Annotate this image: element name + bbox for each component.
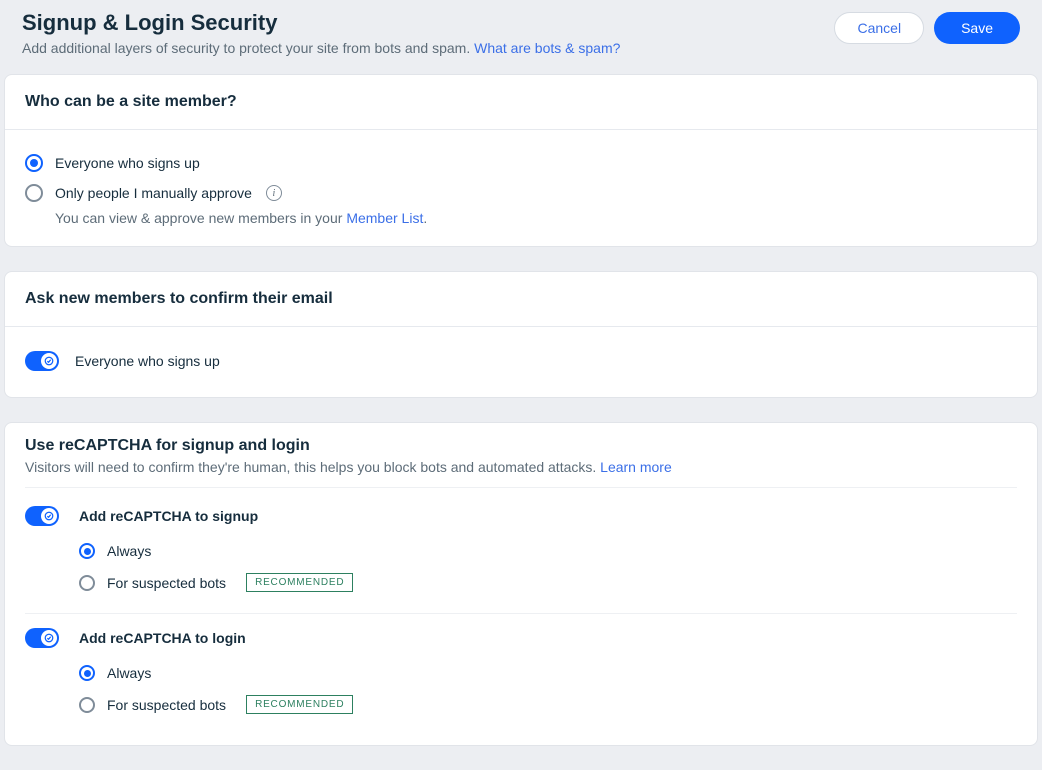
recaptcha-desc-text: Visitors will need to confirm they're hu… <box>25 459 600 475</box>
cancel-button[interactable]: Cancel <box>834 12 924 44</box>
toggle-knob-check-icon <box>41 508 57 524</box>
page-header: Signup & Login Security Add additional l… <box>4 0 1038 74</box>
toggle-confirm-email[interactable] <box>25 351 59 371</box>
card-confirm-email: Ask new members to confirm their email E… <box>4 271 1038 398</box>
header-text-block: Signup & Login Security Add additional l… <box>22 10 834 56</box>
card-confirm-title: Ask new members to confirm their email <box>25 290 1017 308</box>
recommended-tag: RECOMMENDED <box>246 573 353 592</box>
subtitle-text: Add additional layers of security to pro… <box>22 40 474 56</box>
radio-login-suspected[interactable]: For suspected bots RECOMMENDED <box>79 688 1017 721</box>
recaptcha-learn-more-link[interactable]: Learn more <box>600 459 672 475</box>
toggle-confirm-label: Everyone who signs up <box>75 353 220 369</box>
member-list-link[interactable]: Member List <box>346 210 423 226</box>
radio-login-always-label: Always <box>107 665 151 681</box>
help-suffix: . <box>423 210 427 226</box>
recaptcha-login-section: Add reCAPTCHA to login Always For suspec… <box>25 613 1017 729</box>
card-confirm-body: Everyone who signs up <box>5 327 1037 397</box>
info-icon[interactable]: i <box>266 185 282 201</box>
toggle-confirm-row: Everyone who signs up <box>25 345 1017 377</box>
recaptcha-signup-section: Add reCAPTCHA to signup Always For suspe… <box>25 492 1017 607</box>
card-membership-title: Who can be a site member? <box>25 93 1017 111</box>
radio-signup-always-label: Always <box>107 543 151 559</box>
radio-everyone-label: Everyone who signs up <box>55 155 200 171</box>
toggle-recaptcha-login[interactable] <box>25 628 59 648</box>
radio-signup-suspected-label: For suspected bots <box>107 575 226 591</box>
radio-login-suspected-label: For suspected bots <box>107 697 226 713</box>
radio-icon-unselected <box>79 697 95 713</box>
radio-manual-approve[interactable]: Only people I manually approve i <box>25 178 1017 208</box>
radio-icon-selected <box>79 665 95 681</box>
toggle-knob-check-icon <box>41 353 57 369</box>
manual-help-text: You can view & approve new members in yo… <box>55 210 1017 226</box>
radio-icon-unselected <box>79 575 95 591</box>
page-subtitle: Add additional layers of security to pro… <box>22 40 834 56</box>
bots-spam-link[interactable]: What are bots & spam? <box>474 40 620 56</box>
radio-icon-selected <box>25 154 43 172</box>
radio-icon-selected <box>79 543 95 559</box>
card-recaptcha: Use reCAPTCHA for signup and login Visit… <box>4 422 1038 746</box>
recaptcha-login-title: Add reCAPTCHA to login <box>79 630 246 646</box>
radio-everyone[interactable]: Everyone who signs up <box>25 148 1017 178</box>
toggle-recaptcha-signup[interactable] <box>25 506 59 526</box>
radio-signup-suspected[interactable]: For suspected bots RECOMMENDED <box>79 566 1017 599</box>
header-buttons: Cancel Save <box>834 12 1020 44</box>
card-membership-body: Everyone who signs up Only people I manu… <box>5 130 1037 246</box>
card-recaptcha-header: Use reCAPTCHA for signup and login Visit… <box>25 437 1017 488</box>
recaptcha-signup-title-row: Add reCAPTCHA to signup <box>25 506 1017 536</box>
recaptcha-signup-title: Add reCAPTCHA to signup <box>79 508 258 524</box>
card-membership: Who can be a site member? Everyone who s… <box>4 74 1038 247</box>
radio-login-always[interactable]: Always <box>79 658 1017 688</box>
recaptcha-login-title-row: Add reCAPTCHA to login <box>25 628 1017 658</box>
recaptcha-signup-options: Always For suspected bots RECOMMENDED <box>25 536 1017 599</box>
recaptcha-login-options: Always For suspected bots RECOMMENDED <box>25 658 1017 721</box>
save-button[interactable]: Save <box>934 12 1020 44</box>
toggle-knob-check-icon <box>41 630 57 646</box>
page-title: Signup & Login Security <box>22 10 834 36</box>
radio-icon-unselected <box>25 184 43 202</box>
card-confirm-header: Ask new members to confirm their email <box>5 272 1037 327</box>
recaptcha-highlighted-area: Use reCAPTCHA for signup and login Visit… <box>5 423 1037 745</box>
radio-signup-always[interactable]: Always <box>79 536 1017 566</box>
card-membership-header: Who can be a site member? <box>5 75 1037 130</box>
radio-manual-label: Only people I manually approve <box>55 185 252 201</box>
card-recaptcha-desc: Visitors will need to confirm they're hu… <box>25 459 1017 475</box>
help-prefix: You can view & approve new members in yo… <box>55 210 346 226</box>
card-recaptcha-title: Use reCAPTCHA for signup and login <box>25 437 1017 455</box>
recommended-tag: RECOMMENDED <box>246 695 353 714</box>
